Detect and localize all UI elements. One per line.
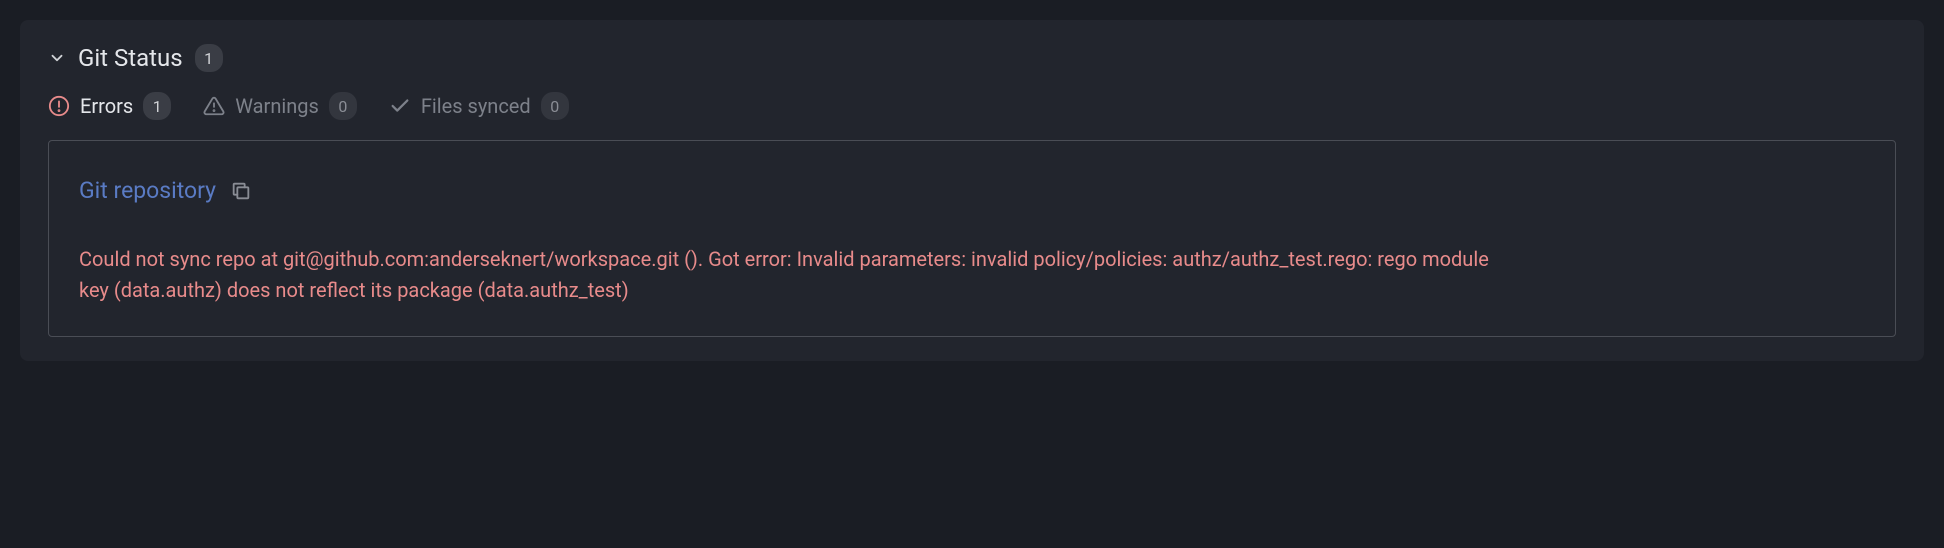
- tab-label: Files synced: [421, 94, 531, 118]
- panel-count-badge: 1: [195, 44, 223, 72]
- tab-warnings[interactable]: Warnings 0: [203, 92, 357, 120]
- tabs-row: Errors 1 Warnings 0 Files synced 0: [48, 92, 1896, 120]
- git-status-panel: Git Status 1 Errors 1 War: [20, 20, 1924, 361]
- copy-icon[interactable]: [230, 180, 252, 202]
- warning-triangle-icon: [203, 95, 225, 117]
- chevron-down-icon[interactable]: [48, 49, 66, 67]
- error-title: Git repository: [79, 177, 216, 204]
- tab-label: Errors: [80, 94, 133, 118]
- error-circle-icon: [48, 95, 70, 117]
- check-icon: [389, 95, 411, 117]
- error-details-box: Git repository Could not sync repo at gi…: [48, 140, 1896, 337]
- panel-title: Git Status: [78, 44, 183, 72]
- tab-label: Warnings: [235, 94, 319, 118]
- tab-count-badge: 0: [541, 92, 569, 120]
- tab-files-synced[interactable]: Files synced 0: [389, 92, 569, 120]
- tab-errors[interactable]: Errors 1: [48, 92, 171, 120]
- tab-count-badge: 1: [143, 92, 171, 120]
- error-header: Git repository: [79, 177, 1865, 204]
- tab-count-badge: 0: [329, 92, 357, 120]
- error-message: Could not sync repo at git@github.com:an…: [79, 244, 1509, 306]
- panel-header: Git Status 1: [48, 44, 1896, 72]
